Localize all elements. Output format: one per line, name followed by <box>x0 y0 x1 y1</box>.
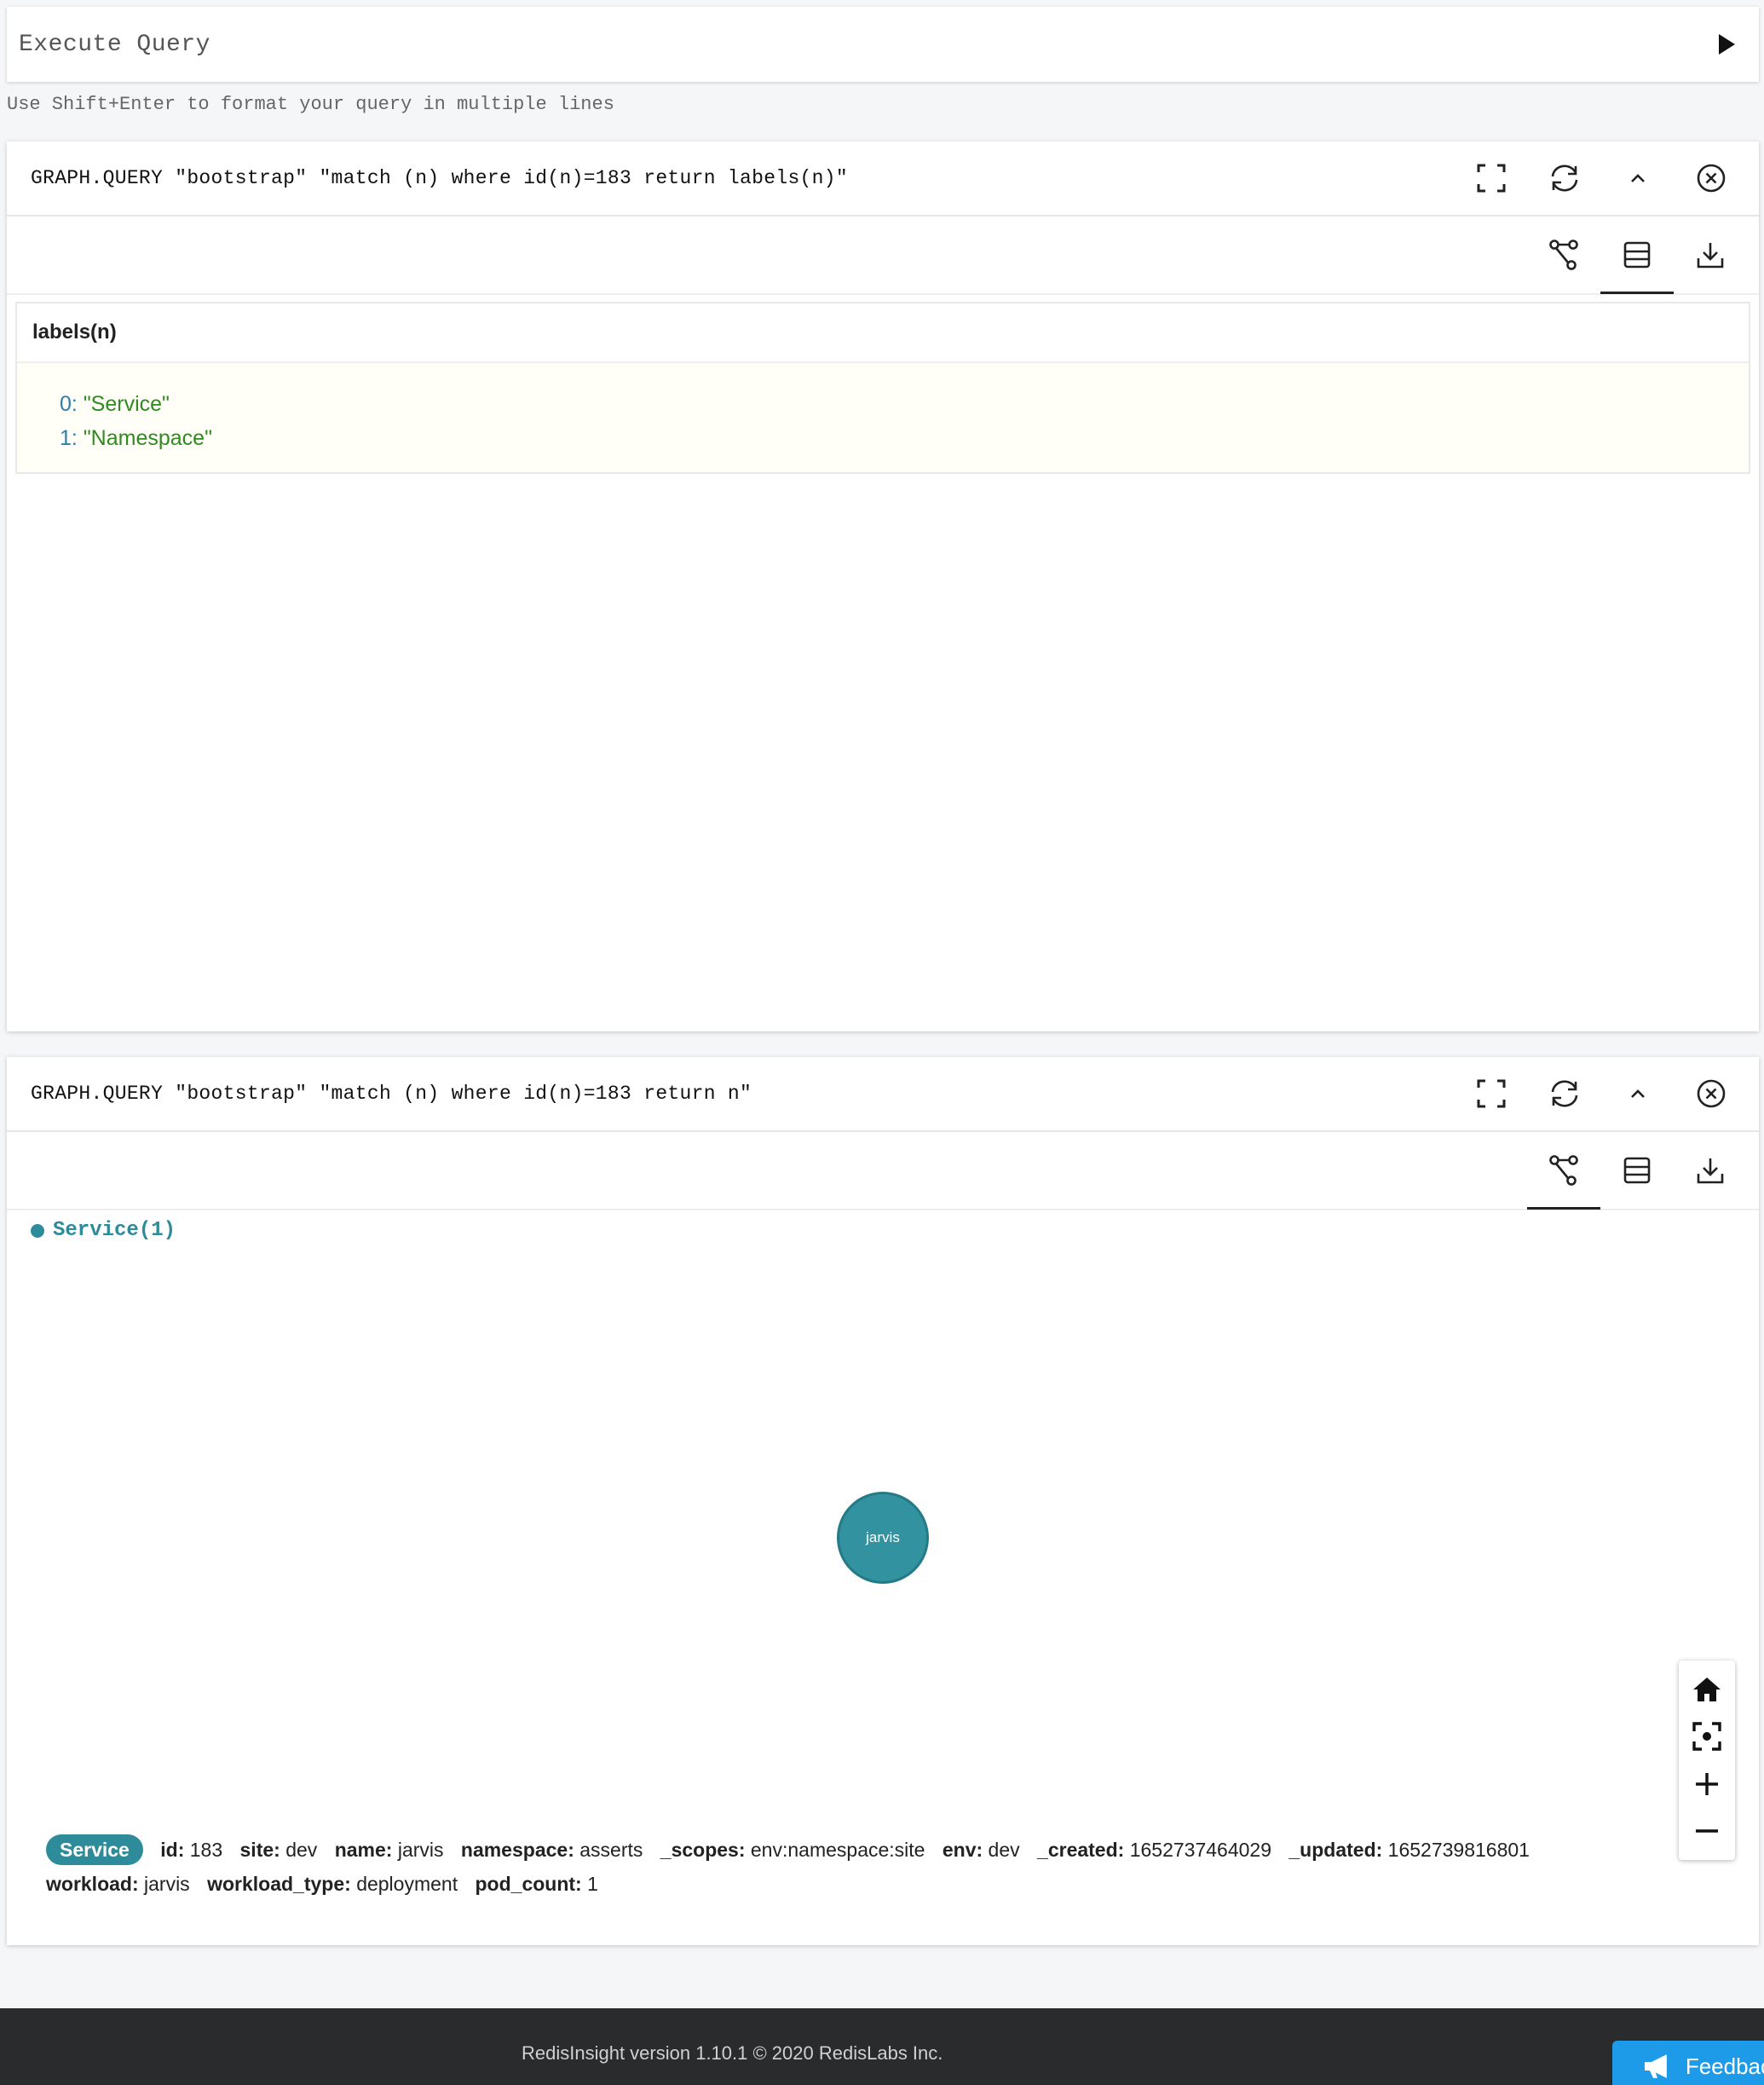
table-view-icon <box>1623 1157 1651 1184</box>
property-item: _updated: 1652739816801 <box>1288 1839 1530 1861</box>
home-icon <box>1693 1677 1721 1701</box>
fullscreen-icon <box>1477 1079 1506 1108</box>
close-icon <box>1697 1079 1726 1108</box>
graph-node[interactable]: jarvis <box>837 1492 929 1584</box>
node-label-badge: Service <box>46 1834 143 1865</box>
collapse-button[interactable] <box>1614 1070 1662 1118</box>
collapse-icon <box>1631 174 1645 182</box>
array-item: 0: "Service" <box>60 387 1749 421</box>
node-properties: Service id: 183 site: dev name: jarvis n… <box>46 1833 1665 1901</box>
property-item: env: dev <box>942 1839 1020 1861</box>
download-icon <box>1697 243 1724 269</box>
panel-header: GRAPH.QUERY "bootstrap" "match (n) where… <box>7 1057 1759 1132</box>
zoom-out-button[interactable] <box>1686 1810 1728 1852</box>
query-hint: Use Shift+Enter to format your query in … <box>7 94 614 115</box>
focus-button[interactable] <box>1686 1715 1728 1758</box>
result-table: labels(n) 0: "Service" 1: "Namespace" <box>15 302 1750 474</box>
download-button[interactable] <box>1674 1132 1747 1209</box>
view-toolbar <box>7 1132 1759 1210</box>
table-view-tab[interactable] <box>1600 217 1674 294</box>
property-item: workload_type: deployment <box>207 1873 458 1895</box>
property-item: _scopes: env:namespace:site <box>660 1839 925 1861</box>
zoom-in-button[interactable] <box>1686 1763 1728 1805</box>
refresh-button[interactable] <box>1541 1070 1588 1118</box>
feedback-button[interactable]: Feedback <box>1612 2041 1764 2085</box>
refresh-icon <box>1551 165 1578 192</box>
graph-legend-service[interactable]: Service(1) <box>31 1219 176 1242</box>
view-toolbar <box>7 217 1759 295</box>
fullscreen-button[interactable] <box>1467 1070 1515 1118</box>
query-placeholder[interactable]: Execute Query <box>19 32 210 58</box>
graph-controls <box>1679 1660 1735 1860</box>
array-index: 0: <box>60 392 78 416</box>
graph-view-tab[interactable] <box>1527 217 1600 293</box>
collapse-icon <box>1631 1089 1645 1098</box>
close-icon <box>1697 164 1726 193</box>
array-value: "Namespace" <box>83 426 212 450</box>
collapse-button[interactable] <box>1614 154 1662 202</box>
download-button[interactable] <box>1674 217 1747 293</box>
feedback-label: Feedback <box>1685 2053 1764 2079</box>
property-item: pod_count: 1 <box>475 1873 598 1895</box>
property-item: site: dev <box>239 1839 318 1861</box>
table-column-header: labels(n) <box>17 303 1749 363</box>
panel-query-text: GRAPH.QUERY "bootstrap" "match (n) where… <box>31 1083 752 1105</box>
refresh-icon <box>1551 1080 1578 1107</box>
array-index: 1: <box>60 426 78 450</box>
zoom-in-icon <box>1696 1772 1718 1795</box>
zoom-out-icon <box>1696 1829 1718 1833</box>
result-panel-graph: GRAPH.QUERY "bootstrap" "match (n) where… <box>7 1057 1759 1945</box>
refresh-button[interactable] <box>1541 154 1588 202</box>
run-query-button[interactable] <box>1706 24 1747 65</box>
play-icon <box>1719 34 1735 55</box>
property-item: _created: 1652737464029 <box>1037 1839 1271 1861</box>
version-text: RedisInsight version 1.10.1 © 2020 Redis… <box>522 2042 943 2064</box>
focus-icon <box>1692 1722 1721 1751</box>
close-button[interactable] <box>1687 154 1735 202</box>
table-view-tab[interactable] <box>1600 1132 1674 1209</box>
node-label: jarvis <box>866 1529 900 1545</box>
panel-header: GRAPH.QUERY "bootstrap" "match (n) where… <box>7 142 1759 217</box>
property-item: namespace: asserts <box>460 1839 643 1861</box>
panel-query-text: GRAPH.QUERY "bootstrap" "match (n) where… <box>31 167 848 189</box>
legend-dot <box>31 1223 44 1238</box>
close-button[interactable] <box>1687 1070 1735 1118</box>
graph-view-tab[interactable] <box>1527 1132 1600 1210</box>
array-value: "Service" <box>83 392 170 416</box>
graph-view-icon <box>1549 240 1578 270</box>
fullscreen-button[interactable] <box>1467 154 1515 202</box>
download-icon <box>1697 1158 1724 1184</box>
table-cell: 0: "Service" 1: "Namespace" <box>17 363 1749 472</box>
property-item: workload: jarvis <box>46 1873 190 1895</box>
home-button[interactable] <box>1686 1668 1728 1711</box>
property-item: name: jarvis <box>334 1839 444 1861</box>
property-item: id: 183 <box>160 1839 223 1861</box>
table-view-icon <box>1623 241 1651 269</box>
legend-label: Service(1) <box>53 1219 176 1242</box>
array-item: 1: "Namespace" <box>60 421 1749 455</box>
query-input[interactable]: Execute Query <box>7 7 1759 82</box>
megaphone-icon <box>1644 2054 1667 2078</box>
result-panel-labels: GRAPH.QUERY "bootstrap" "match (n) where… <box>7 142 1759 1031</box>
graph-view-icon <box>1549 1155 1578 1186</box>
footer: RedisInsight version 1.10.1 © 2020 Redis… <box>0 2008 1764 2085</box>
fullscreen-icon <box>1477 164 1506 193</box>
